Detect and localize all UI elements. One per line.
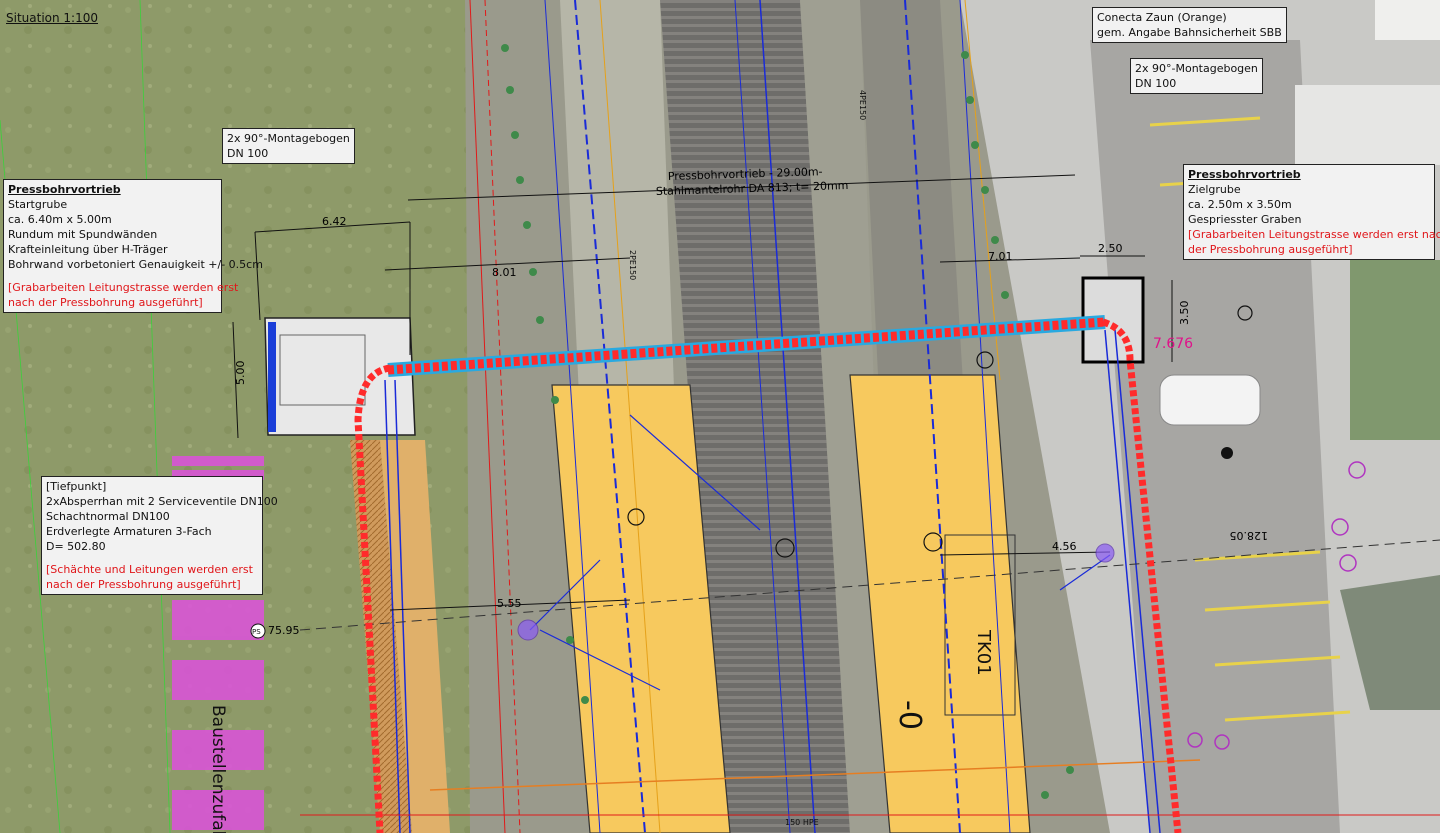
- dim-2-50: 2.50: [1098, 242, 1123, 255]
- callout-startgrube: Pressbohrvortrieb Startgrube ca. 6.40m x…: [3, 179, 263, 313]
- callout-line: Startgrube: [8, 198, 68, 211]
- callout-line: ca. 2.50m x 3.50m: [1188, 198, 1292, 211]
- platform-zero: -0: [892, 700, 927, 730]
- callout-line: Conecta Zaun (Orange): [1097, 11, 1227, 24]
- dim-7-676: 7.676: [1153, 336, 1193, 352]
- platform-tk01: TK01: [973, 629, 994, 676]
- dim-3-50: 3.50: [1178, 301, 1191, 326]
- callout-zielgrube: Pressbohrvortrieb Zielgrube ca. 2.50m x …: [1183, 164, 1440, 260]
- callout-line: DN 100: [227, 147, 269, 160]
- callout-note: der Pressbohrung ausgeführt]: [1188, 243, 1353, 256]
- callout-title: Pressbohrvortrieb: [1188, 168, 1301, 181]
- callout-line: Gespriesster Graben: [1188, 213, 1302, 226]
- callout-line: 2xAbsperrhan mit 2 Serviceventile DN100: [46, 495, 278, 508]
- callout-note: nach der Pressbohrung ausgeführt]: [8, 296, 203, 309]
- callout-line: D= 502.80: [46, 540, 106, 553]
- ps-marker: PS: [252, 628, 261, 636]
- callout-title: Pressbohrvortrieb: [8, 183, 121, 196]
- callout-tiefpunkt: [Tiefpunkt] 2xAbsperrhan mit 2 Serviceve…: [41, 476, 278, 595]
- callout-line: 2x 90°-Montagebogen: [227, 132, 350, 145]
- ps-station: 75.95: [268, 624, 300, 637]
- hpe150-label: 150 HPE: [785, 818, 819, 827]
- callout-note: [Schächte und Leitungen werden erst: [46, 563, 253, 576]
- callout-line: [Tiefpunkt]: [46, 480, 107, 493]
- station-128: 128.05: [1230, 529, 1269, 542]
- callout-line: Erdverlegte Armaturen 3-Fach: [46, 525, 212, 538]
- callout-line: ca. 6.40m x 5.00m: [8, 213, 112, 226]
- callout-line: Krafteinleitung über H-Träger: [8, 243, 168, 256]
- callout-note: nach der Pressbohrung ausgeführt]: [46, 578, 241, 591]
- map-canvas: 6.42 8.01 5.00 5.55 2.50 3.50 7.01 4.56 …: [0, 0, 1440, 833]
- callout-note: [Grabarbeiten Leitungstrasse werden erst…: [1188, 228, 1440, 241]
- callout-note: [Grabarbeiten Leitungstrasse werden erst: [8, 281, 239, 294]
- callout-line: Schachtnormal DN100: [46, 510, 170, 523]
- callout-line: Rundum mit Spundwänden: [8, 228, 158, 241]
- callout-montagebogen-right: 2x 90°-Montagebogen DN 100: [1130, 58, 1263, 94]
- dim-5-55: 5.55: [497, 597, 522, 610]
- dim-5-00: 5.00: [234, 361, 247, 386]
- dim-8-01: 8.01: [492, 266, 517, 279]
- construction-access-label: Baustellenzufahr: [208, 705, 228, 833]
- callout-montagebogen-left: 2x 90°-Montagebogen DN 100: [222, 128, 355, 164]
- callout-line: Bohrwand vorbetoniert Genauigkeit +/- 0.…: [8, 258, 263, 271]
- dim-7-01: 7.01: [988, 250, 1013, 263]
- dim-6-42: 6.42: [322, 215, 347, 228]
- pe150b-label: 4PE150: [858, 90, 867, 120]
- callout-line: 2x 90°-Montagebogen: [1135, 62, 1258, 75]
- label-layer: 6.42 8.01 5.00 5.55 2.50 3.50 7.01 4.56 …: [208, 90, 1269, 833]
- dim-4-56: 4.56: [1052, 540, 1077, 553]
- callout-line: Zielgrube: [1188, 183, 1241, 196]
- callout-zaun: Conecta Zaun (Orange) gem. Angabe Bahnsi…: [1092, 7, 1287, 43]
- callout-line: DN 100: [1135, 77, 1177, 90]
- drawing-title: Situation 1:100: [6, 11, 98, 25]
- pe150-label: 2PE150: [628, 250, 637, 280]
- callout-line: gem. Angabe Bahnsicherheit SBB: [1097, 26, 1282, 39]
